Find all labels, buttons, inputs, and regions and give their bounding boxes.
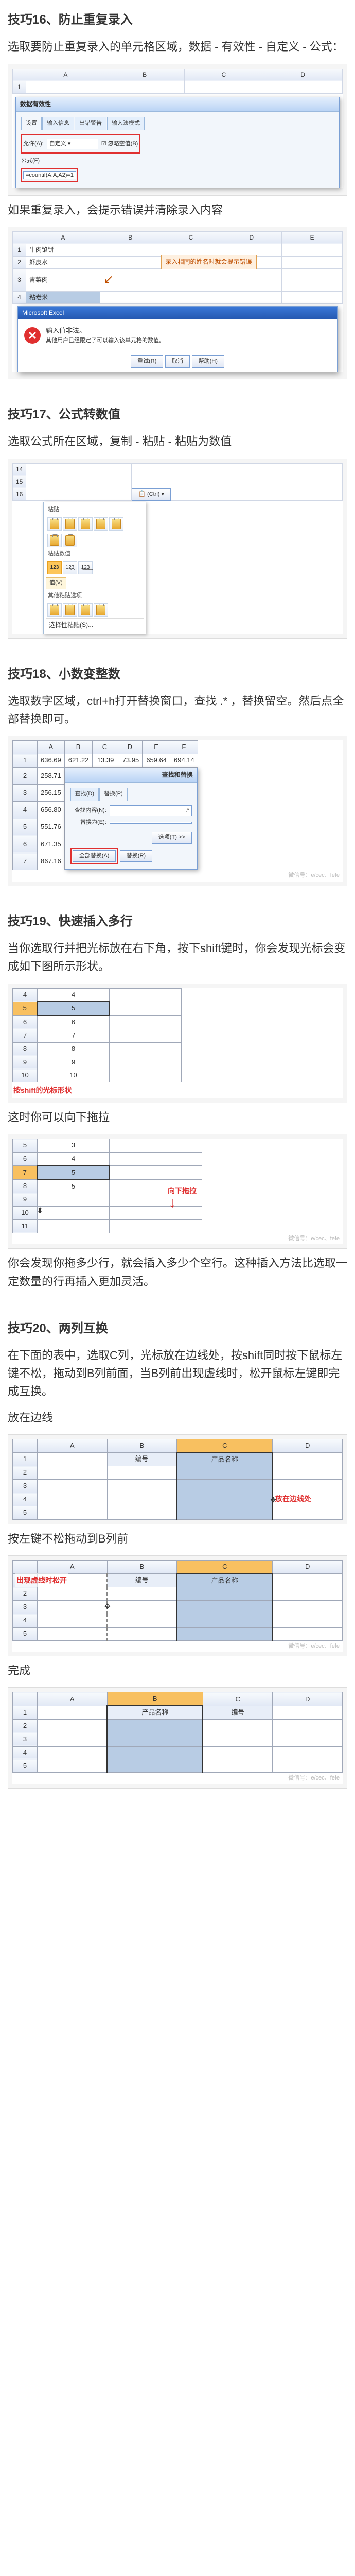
allow-select[interactable]: 自定义 ▾ xyxy=(47,139,98,150)
dashed-callout: 出现虚线时松开 xyxy=(16,1576,67,1584)
help-button[interactable]: 帮助(H) xyxy=(192,355,224,368)
watermark2: 微信号：e/cec、fefe xyxy=(12,1233,343,1245)
paste-values-src[interactable]: 1͟2͟3͟ xyxy=(78,561,93,574)
error-title: Microsoft Excel xyxy=(18,307,337,319)
paste-values-header: 粘贴数值 xyxy=(46,549,144,560)
tip20-screenshot3: A B C D 1 产品名称 编号 2 3 4 5 微信号：e/cec、fefe xyxy=(8,1687,347,1788)
paste-opt-5[interactable] xyxy=(109,517,123,531)
paste-opt-3[interactable] xyxy=(78,517,93,531)
tab-error[interactable]: 出错警告 xyxy=(75,117,106,130)
tip17-screenshot: 14 15 16 📋 (Ctrl) ▾ 粘贴 xyxy=(8,459,347,639)
paste-opt-1[interactable] xyxy=(47,517,62,531)
tab-ime[interactable]: 输入法模式 xyxy=(107,117,145,130)
move-cursor-icon2: ✥ xyxy=(104,1601,111,1612)
edge-callout: 放在边线处 xyxy=(275,1493,311,1504)
fr-tab-find[interactable]: 查找(D) xyxy=(70,788,99,801)
tip20-title: 技巧20、两列互换 xyxy=(8,1319,347,1338)
tip20-step3: 完成 xyxy=(8,1662,347,1680)
tip20-screenshot2: 出现虚线时松开 A B C D 1 编号 产品名称 2 3 ✥ 4 xyxy=(8,1555,347,1656)
paste-header: 粘贴 xyxy=(46,504,144,516)
paste-special-item[interactable]: 选择性粘贴(S)... xyxy=(46,618,144,632)
tip19-desc1: 当你选取行并把光标放在右下角，按下shift键时，你会发现光标会变成如下图所示形… xyxy=(8,939,347,975)
error-dialog: Microsoft Excel ✕ 输入值非法。 其他用户已经限定了可以输入该单… xyxy=(17,306,338,372)
replace-label: 替换为(E): xyxy=(70,818,106,827)
tab-settings[interactable]: 设置 xyxy=(21,117,42,130)
paste-other-2[interactable] xyxy=(63,603,77,617)
retry-button[interactable]: 重试(R) xyxy=(131,355,163,368)
other-paste-header: 其他粘贴选项 xyxy=(46,590,144,602)
data-validation-dialog: 数据有效性 设置 输入信息 出错警告 输入法模式 允许(A): 自定义 ▾ ☑ … xyxy=(15,97,340,188)
cancel-button[interactable]: 取消 xyxy=(165,355,190,368)
watermark4: 微信号：e/cec、fefe xyxy=(12,1773,343,1784)
arrow-down-icon: ↓ xyxy=(169,1191,176,1214)
col-b: B xyxy=(105,69,184,81)
drag-cursor-icon: ⬍ xyxy=(37,1205,43,1218)
tip18-title: 技巧18、小数变整数 xyxy=(8,665,347,684)
tip16-screenshot2: A B C D E 1牛肉馅饼 2虾皮水 录入相同的姓名时就会提示错误 3青菜肉… xyxy=(8,227,347,379)
paste-values-button[interactable]: 123 xyxy=(47,561,62,574)
ignore-blank-check[interactable]: ☑ 忽略空值(B) xyxy=(101,140,138,149)
tip20-desc1: 在下面的表中，选取C列，光标放在边线处，按shift同时按下鼠标左键不松，拖动到… xyxy=(8,1346,347,1401)
tip18-desc: 选取数字区域，ctrl+h打开替换窗口，查找 .* ，替换留空。然后点全部替换即… xyxy=(8,692,347,728)
error-msg2: 其他用户已经限定了可以输入该单元格的数值。 xyxy=(46,336,165,346)
fr-title: 查找和替换 xyxy=(65,768,197,783)
allow-label: 允许(A): xyxy=(23,140,44,149)
cursor-label: 按shift的光标形状 xyxy=(13,1086,72,1094)
data-table: ABCDEF 1636.69621.2213.3973.95659.64694.… xyxy=(12,740,198,870)
replace-input[interactable] xyxy=(110,822,192,824)
tip16-desc2: 如果重复录入，会提示错误并清除录入内容 xyxy=(8,201,347,219)
paste-dropdown: 粘贴 粘贴数值 123 12̱3̱ xyxy=(43,502,146,634)
paste-other-1[interactable] xyxy=(47,603,62,617)
tip19-desc3: 你会发现你拖多少行，就会插入多少个空行。这种插入方法比选取一定数量的行再插入更加… xyxy=(8,1254,347,1290)
col-c: C xyxy=(184,69,263,81)
replace-button[interactable]: 替换(R) xyxy=(120,850,152,862)
paste-values-fmt[interactable]: 12̱3̱ xyxy=(63,561,77,574)
col-a: A xyxy=(26,69,105,81)
formula-label: 公式(F) xyxy=(21,157,40,166)
paste-opt-4[interactable] xyxy=(94,517,108,531)
arrow-icon: ↙ xyxy=(103,273,114,286)
tip19-screenshot2: 53 64 75 85 向下拖拉 9↓ 10 ⬍ 11 微信号：e/cec、fe… xyxy=(8,1134,347,1249)
tip16-desc1: 选取要防止重复录入的单元格区域，数据 - 有效性 - 自定义 - 公式： xyxy=(8,38,347,56)
tip19-screenshot1: 44 55 66 77 88 99 1010 按shift的光标形状 xyxy=(8,984,347,1103)
paste-opt-7[interactable] xyxy=(63,534,77,547)
paste-other-3[interactable] xyxy=(78,603,93,617)
tip17-title: 技巧17、公式转数值 xyxy=(8,405,347,425)
error-msg1: 输入值非法。 xyxy=(46,326,165,336)
tab-input-msg[interactable]: 输入信息 xyxy=(42,117,74,130)
paste-tooltip: 值(V) xyxy=(46,577,66,589)
watermark3: 微信号：e/cec、fefe xyxy=(12,1641,343,1652)
options-button[interactable]: 选项(T) >> xyxy=(152,832,192,844)
fr-tab-replace[interactable]: 替换(P) xyxy=(99,788,128,801)
paste-opt-2[interactable] xyxy=(63,517,77,531)
col-d: D xyxy=(263,69,343,81)
paste-ctrl-button[interactable]: 📋 (Ctrl) ▾ xyxy=(132,488,171,501)
callout-error: 录入相同的姓名时就会提示错误 xyxy=(161,255,257,269)
formula-input[interactable]: =countif(A:A,A2)=1 xyxy=(23,171,76,179)
find-input[interactable]: .* xyxy=(110,805,192,817)
watermark: 微信号：e/cec、fefe xyxy=(12,870,343,882)
tip19-desc2: 这时你可以向下拖拉 xyxy=(8,1108,347,1126)
tip18-screenshot: ABCDEF 1636.69621.2213.3973.95659.64694.… xyxy=(8,736,347,886)
dialog-title: 数据有效性 xyxy=(16,97,339,112)
find-label: 查找内容(N): xyxy=(70,806,106,816)
error-icon: ✕ xyxy=(24,327,41,344)
paste-opt-6[interactable] xyxy=(47,534,62,547)
tip16-title: 技巧16、防止重复录入 xyxy=(8,10,347,30)
find-replace-dialog: 查找和替换 查找(D) 替换(P) 查找内容(N): .* 替换 xyxy=(65,768,198,870)
tip20-screenshot1: A B C D 1 编号 产品名称 2 3 4 ✥ 放在边线处 5 xyxy=(8,1434,347,1524)
tip16-screenshot1: A B C D 1 数据有效性 设置 输入信息 出错警告 输入法模式 xyxy=(8,64,347,196)
replace-all-button[interactable]: 全部替换(A) xyxy=(73,850,116,862)
tip20-step2: 按左键不松拖动到B列前 xyxy=(8,1530,347,1548)
paste-other-4[interactable] xyxy=(94,603,108,617)
tip20-step1: 放在边线 xyxy=(8,1409,347,1427)
tip17-desc: 选取公式所在区域，复制 - 粘贴 - 粘贴为数值 xyxy=(8,432,347,450)
tip19-title: 技巧19、快速插入多行 xyxy=(8,912,347,931)
